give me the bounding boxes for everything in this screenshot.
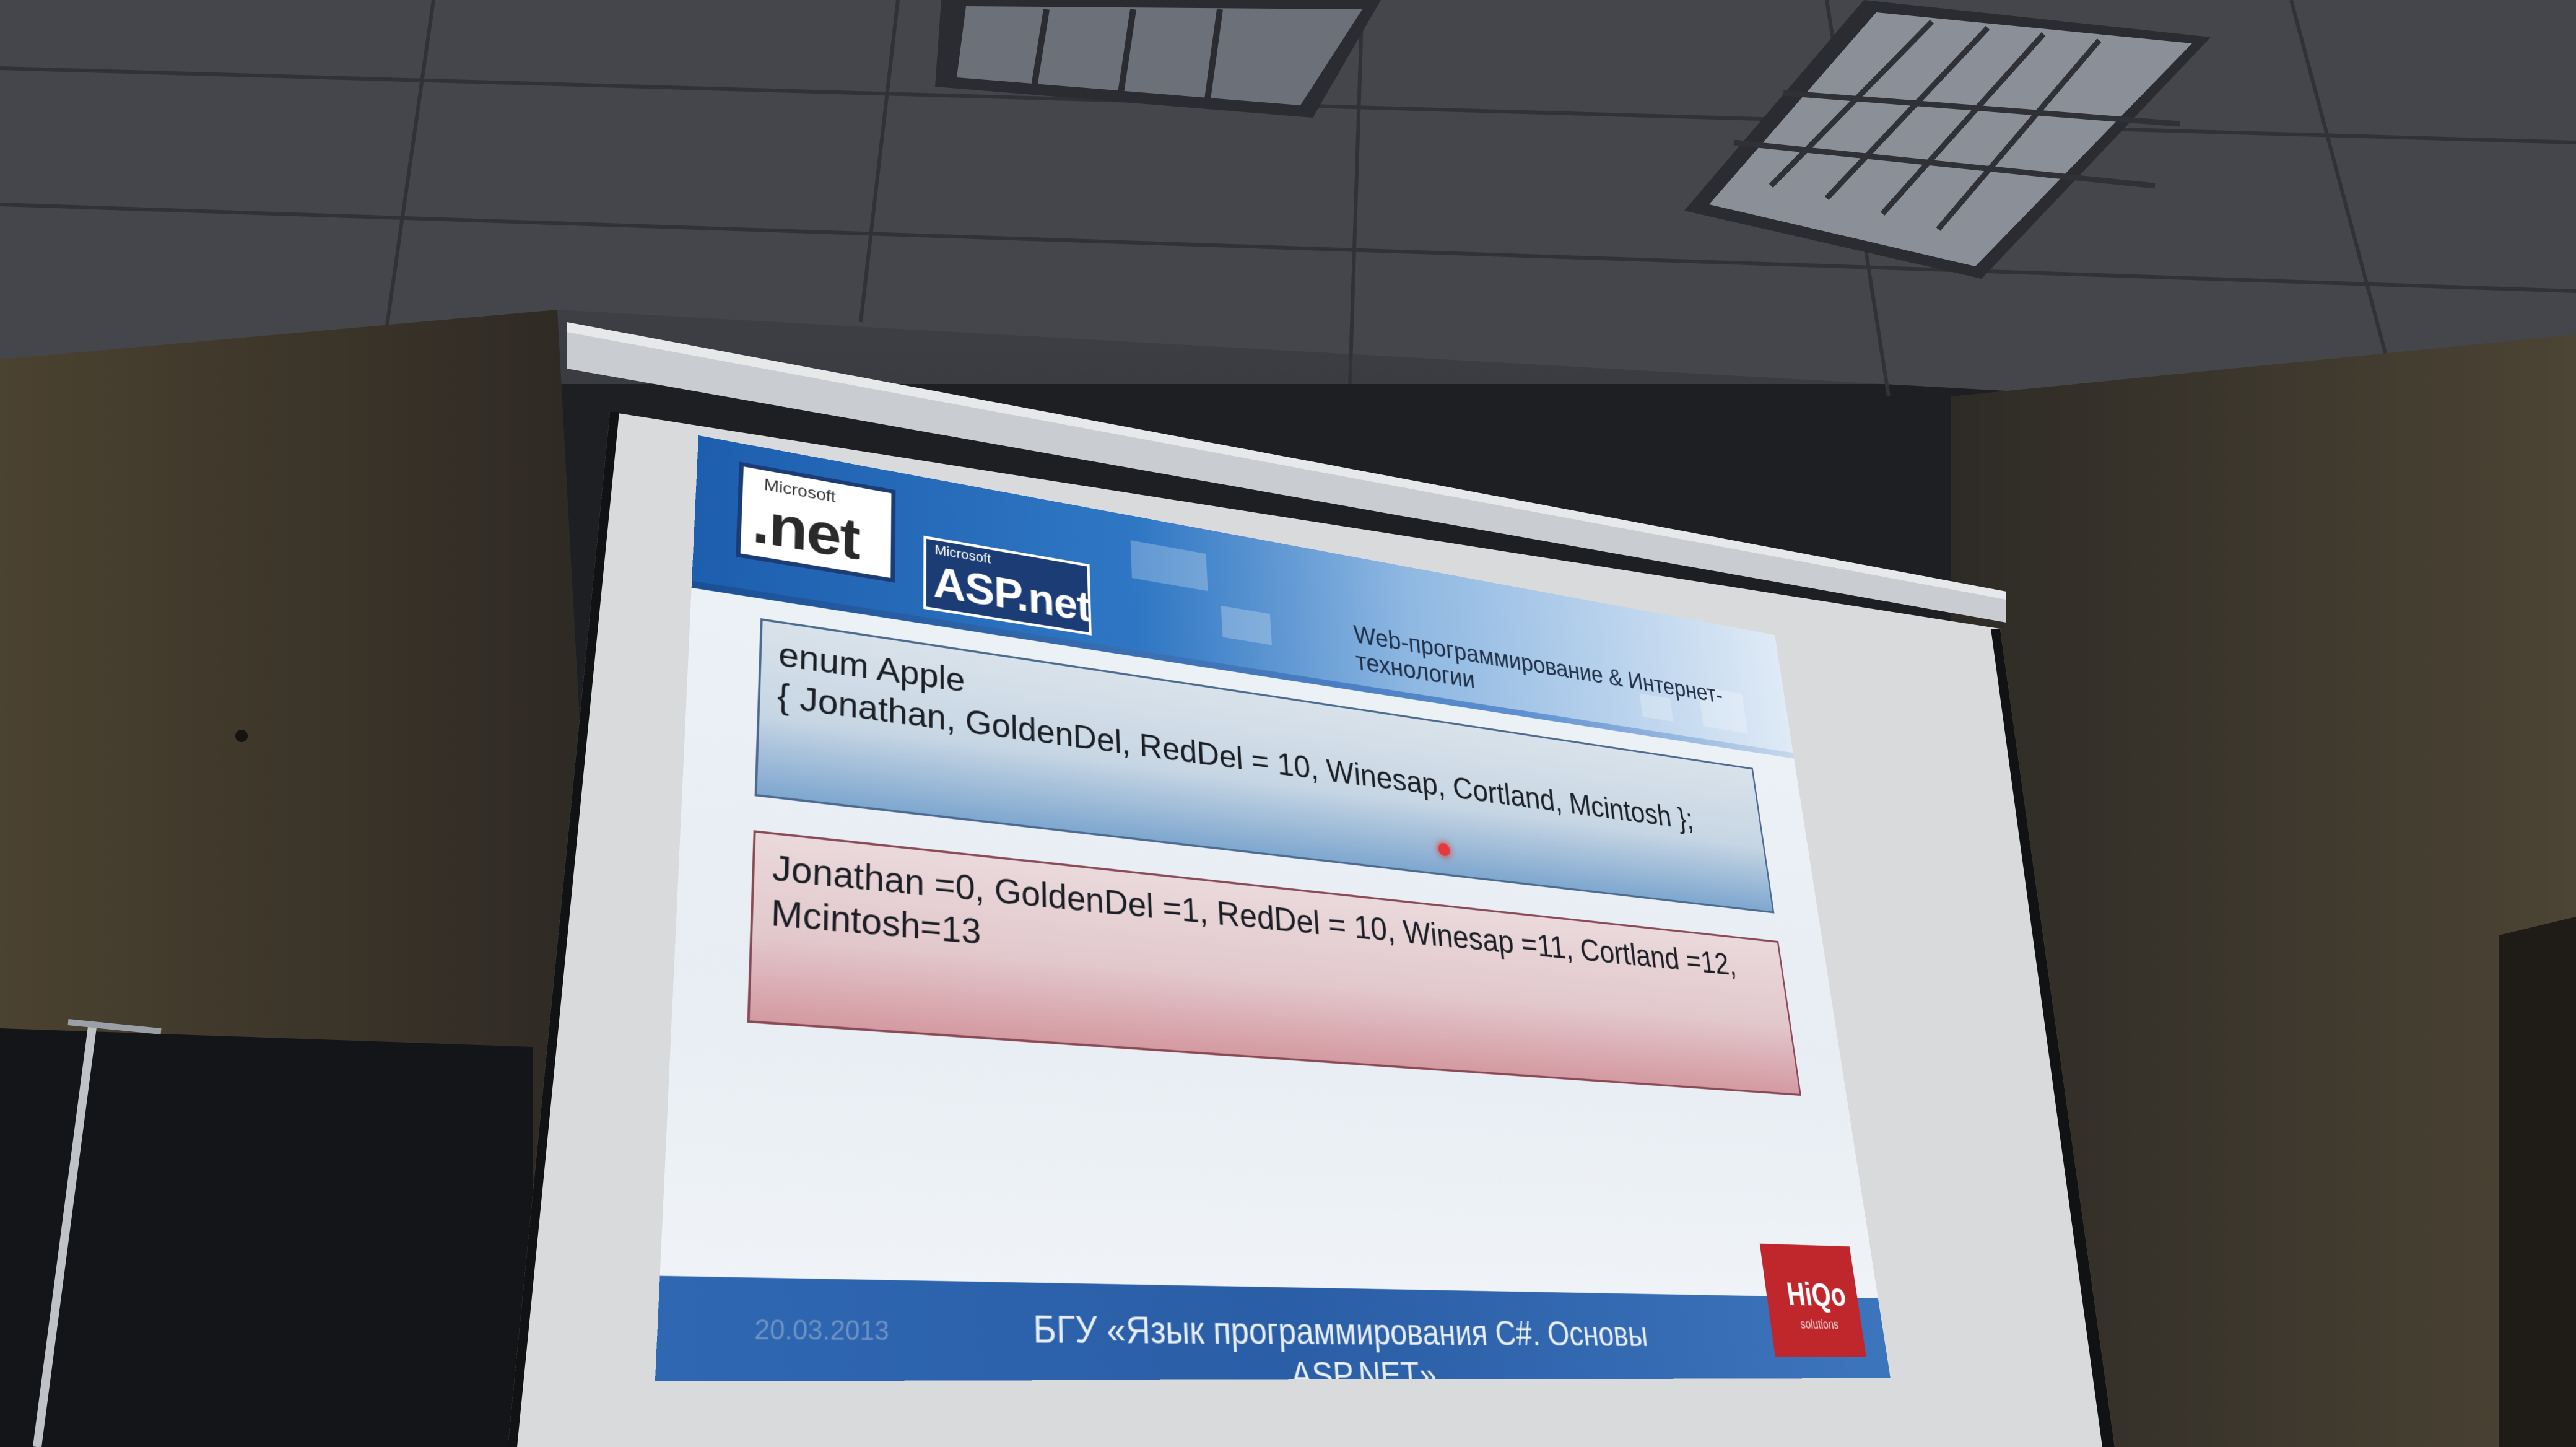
dotnet-logo-mark: .net xyxy=(751,489,860,574)
slide-footer: 20.03.2013 БГУ «Язык программирования C#… xyxy=(655,1276,1891,1381)
blackboard xyxy=(0,1022,533,1447)
footer-date: 20.03.2013 xyxy=(754,1313,890,1347)
dotnet-logo: Microsoft .net xyxy=(736,461,895,582)
hiqo-tagline: solutions xyxy=(1799,1317,1840,1332)
hiqo-badge: HiQo solutions xyxy=(1760,1244,1866,1357)
footer-caption: БГУ «Язык программирования C#. Основы AS… xyxy=(962,1305,1707,1381)
aspnet-logo-mark: ASP.net xyxy=(933,557,1090,631)
hiqo-brand: HiQo xyxy=(1785,1275,1848,1314)
